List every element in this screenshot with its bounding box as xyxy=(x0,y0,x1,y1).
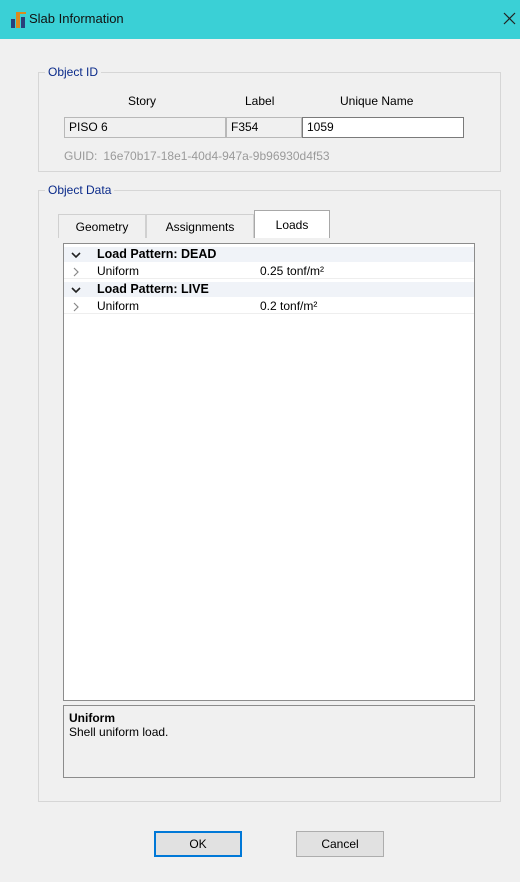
chevron-right-icon[interactable] xyxy=(70,266,82,278)
load-tree: Load Pattern: DEAD Uniform 0.25 tonf/m² … xyxy=(63,243,475,701)
guid-value: 16e70b17-18e1-40d4-947a-9b96930d4f53 xyxy=(103,149,330,163)
guid-label: GUID: xyxy=(64,149,98,163)
story-field: PISO 6 xyxy=(64,117,226,138)
tree-group-label: Load Pattern: LIVE xyxy=(97,282,209,296)
tree-group-header[interactable]: Load Pattern: LIVE xyxy=(64,282,474,297)
label-column-header: Label xyxy=(245,94,275,108)
description-text: Shell uniform load. xyxy=(69,725,169,739)
tree-item-label: Uniform xyxy=(97,299,140,313)
description-panel: Uniform Shell uniform load. xyxy=(63,705,475,778)
window-title: Slab Information xyxy=(29,11,124,26)
ok-button[interactable]: OK xyxy=(154,831,242,857)
tree-item-label: Uniform xyxy=(97,264,140,278)
tree-item-value: 0.2 tonf/m² xyxy=(260,299,318,313)
tree-group-label: Load Pattern: DEAD xyxy=(97,247,217,261)
tab-loads[interactable]: Loads xyxy=(254,210,330,238)
guid-line: GUID: 16e70b17-18e1-40d4-947a-9b96930d4f5… xyxy=(64,149,330,163)
tree-item-value: 0.25 tonf/m² xyxy=(260,264,325,278)
tab-geometry[interactable]: Geometry xyxy=(58,214,146,238)
object-data-title: Object Data xyxy=(45,183,115,197)
app-icon xyxy=(11,12,26,28)
chevron-right-icon[interactable] xyxy=(70,301,82,313)
object-id-title: Object ID xyxy=(45,65,102,79)
unique-name-field[interactable]: 1059 xyxy=(302,117,464,138)
tree-item[interactable]: Uniform 0.25 tonf/m² xyxy=(64,264,474,279)
tree-item[interactable]: Uniform 0.2 tonf/m² xyxy=(64,299,474,314)
chevron-down-icon[interactable] xyxy=(70,284,82,296)
label-field: F354 xyxy=(226,117,302,138)
tab-assignments[interactable]: Assignments xyxy=(146,214,254,238)
title-bar: Slab Information xyxy=(0,0,520,39)
description-title: Uniform xyxy=(69,711,115,725)
unique-name-column-header: Unique Name xyxy=(340,94,414,108)
story-column-header: Story xyxy=(128,94,157,108)
close-icon[interactable] xyxy=(498,7,520,29)
chevron-down-icon[interactable] xyxy=(70,249,82,261)
cancel-button[interactable]: Cancel xyxy=(296,831,384,857)
tree-group-header[interactable]: Load Pattern: DEAD xyxy=(64,247,474,262)
